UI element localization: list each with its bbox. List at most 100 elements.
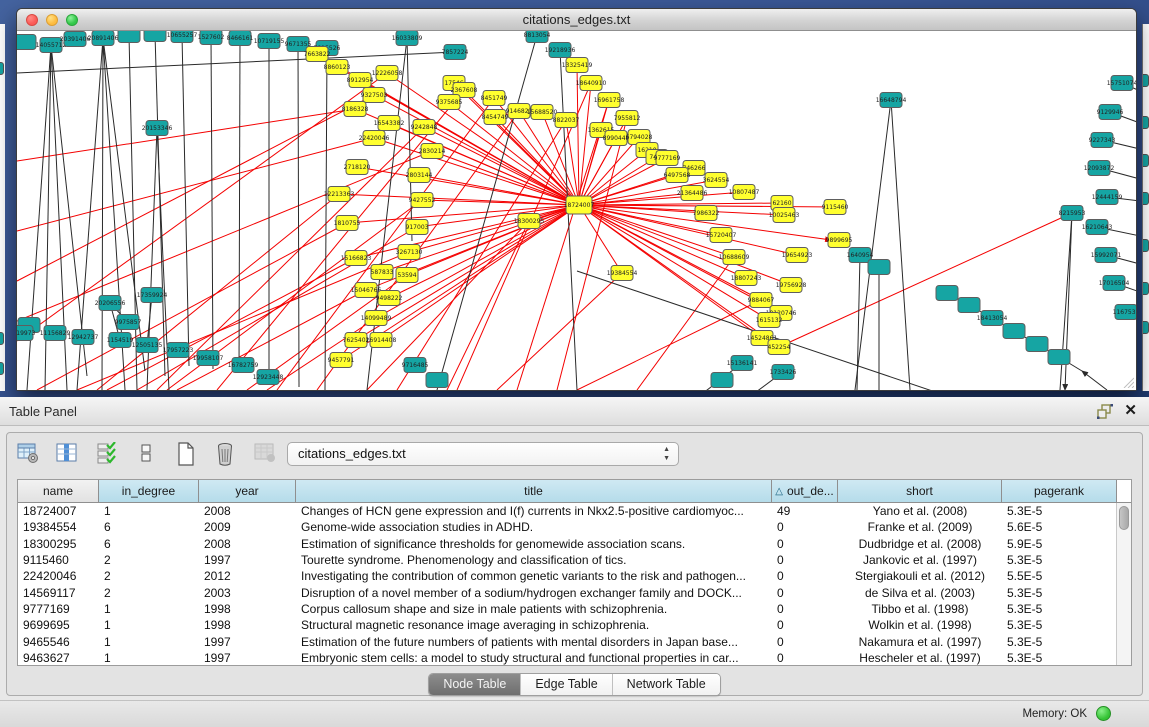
graph-edge[interactable] [339,194,579,205]
graph-node[interactable]: 19384554 [607,266,638,281]
node-attribute-table[interactable]: namein_degreeyeartitle△out_de...shortpag… [17,479,1132,666]
graph-node[interactable]: 9375685 [436,95,463,110]
graph-edge[interactable] [17,138,374,231]
graph-node[interactable]: 12093872 [1084,161,1115,176]
graph-node[interactable]: 53594 [396,268,418,283]
graph-node[interactable]: 9227343 [1089,133,1116,148]
graph-node[interactable]: 9777169 [654,151,681,166]
graph-edge[interactable] [566,120,579,205]
graph-edge[interactable] [579,205,622,273]
column-header-outde[interactable]: △out_de... [772,480,838,502]
table-row[interactable]: 969969511998Structural magnetic resonanc… [18,617,1131,633]
graph-node[interactable]: 10807487 [729,185,760,200]
graph-node[interactable]: 12226058 [372,66,403,81]
graph-node[interactable]: 17359924 [137,288,168,303]
graph-node[interactable] [426,373,448,388]
tab-edge-table[interactable]: Edge Table [521,674,612,695]
column-header-pagerank[interactable]: pagerank [1002,480,1117,502]
graph-node[interactable]: 10025463 [769,208,800,223]
graph-node[interactable] [17,35,36,50]
table-row[interactable]: 946362711997Embryonic stem cells: a mode… [18,650,1131,666]
table-row[interactable]: 977716911998Corpus callosum shape and si… [18,601,1131,617]
window-titlebar[interactable]: citations_edges.txt [17,9,1136,31]
scrollbar-thumb[interactable] [1119,506,1129,530]
graph-node[interactable]: 18300295 [514,214,545,229]
graph-node[interactable]: 18413054 [977,311,1008,326]
graph-node[interactable] [144,31,166,42]
graph-node[interactable]: 21364486 [677,186,708,201]
tab-network-table[interactable]: Network Table [613,674,720,695]
graph-edge[interactable] [579,137,639,205]
graph-node[interactable]: 18724007 [564,196,595,214]
window-resize-grip[interactable] [1122,376,1134,388]
graph-node[interactable]: 3267130 [396,245,423,260]
graph-edge[interactable] [447,221,529,390]
graph-node[interactable]: 15136141 [727,356,758,371]
graph-node[interactable]: 15751074 [1107,76,1136,91]
graph-node[interactable]: 9129946 [1097,105,1124,120]
graph-node[interactable]: 15166823 [341,251,372,266]
graph-node[interactable]: 18807243 [731,271,762,286]
graph-node[interactable]: 7663822 [304,47,331,62]
graph-node[interactable] [958,298,980,313]
graph-node[interactable]: 15992071 [1091,248,1122,263]
graph-node[interactable]: 8466161 [227,31,254,46]
graph-node[interactable]: 9498222 [376,291,403,306]
table-row[interactable]: 1456911722003Disruption of a novel membe… [18,584,1131,600]
graph-node[interactable]: 16648794 [876,93,907,108]
graph-node[interactable]: 9427552 [409,193,436,208]
graph-node[interactable]: 10655257 [167,31,198,43]
graph-node[interactable]: 2803144 [406,168,433,183]
graph-node[interactable] [1026,337,1048,352]
graph-node[interactable]: 9975857 [115,315,142,330]
graph-node[interactable]: 22420046 [359,131,390,146]
graph-node[interactable]: 12923448 [253,370,284,385]
graph-node[interactable]: 16543382 [374,116,405,131]
graph-node[interactable]: 18640910 [576,76,607,91]
graph-node[interactable]: 2718120 [344,160,371,175]
table-panel-header[interactable]: Table Panel ✕ [0,397,1149,426]
column-header-year[interactable]: year [199,480,296,502]
graph-node[interactable] [711,373,733,388]
graph-node[interactable]: 12942737 [68,330,99,345]
graph-edge[interactable] [560,50,577,390]
graph-edge[interactable] [107,258,356,390]
graph-node[interactable]: 9716485 [402,358,429,373]
graph-node[interactable]: 20153346 [142,121,173,136]
graph-edge[interactable] [267,318,376,390]
graph-edge[interactable] [857,255,860,390]
graph-node[interactable]: 17016504 [1099,276,1130,291]
graph-edge[interactable] [579,192,744,205]
graph-node[interactable]: 7955812 [614,111,641,126]
graph-node[interactable] [118,31,140,43]
graph-node[interactable]: 9115460 [822,200,849,215]
graph-edge[interactable] [779,213,1072,347]
graph-node[interactable]: 1733426 [770,365,797,380]
column-header-title[interactable]: title [296,480,772,502]
table-mode-icon[interactable] [15,439,41,465]
graph-node[interactable]: 9319973 [17,326,36,341]
graph-node[interactable]: 12444159 [1092,190,1123,205]
graph-node[interactable]: 8215953 [1059,206,1086,221]
graph-node[interactable]: 3624554 [703,173,730,188]
column-header-name[interactable]: name [18,480,99,502]
graph-edge[interactable] [17,109,355,161]
graph-node[interactable]: 7986322 [693,206,720,221]
graph-edge[interactable] [579,205,797,255]
graph-node[interactable]: 1810755 [334,216,361,231]
graph-node[interactable]: 12213363 [324,187,355,202]
graph-node[interactable]: 1167533 [1113,305,1136,320]
create-column-icon[interactable] [173,439,199,465]
graph-edge[interactable] [137,227,417,390]
graph-edge[interactable] [637,257,734,390]
graph-node[interactable]: 9457791 [328,353,355,368]
graph-node[interactable]: 917003 [406,220,429,235]
graph-edge[interactable] [579,203,782,205]
graph-edge[interactable] [891,100,910,390]
graph-node[interactable]: 14099489 [361,311,392,326]
graph-edge[interactable] [497,273,622,390]
graph-node[interactable]: 8451749 [481,91,508,106]
graph-node[interactable]: 8813054 [524,31,551,43]
graph-node[interactable] [1003,324,1025,339]
graph-node[interactable]: 16782759 [228,358,259,373]
